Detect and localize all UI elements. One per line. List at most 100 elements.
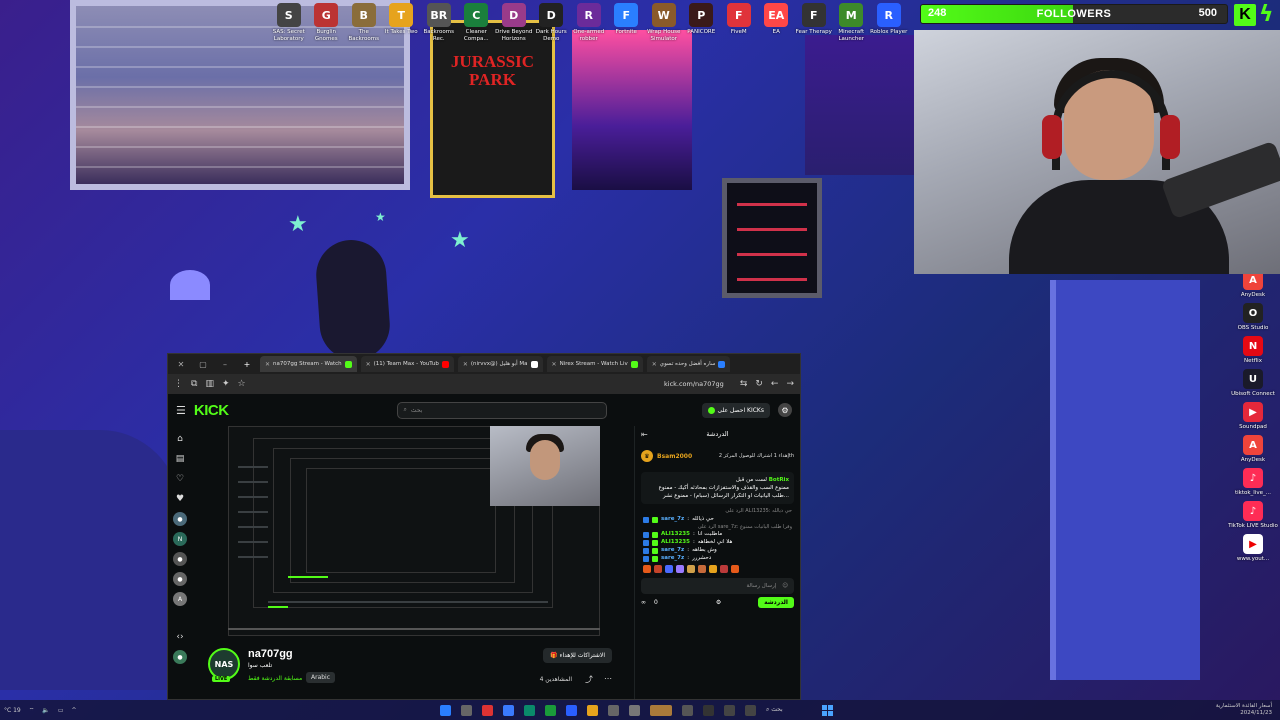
desktop-shortcut[interactable]: S SAS: Secret Laboratory bbox=[270, 3, 308, 43]
desktop-shortcut[interactable]: A AnyDesk bbox=[1241, 270, 1265, 299]
desktop-shortcut[interactable]: C Cleaner Compa... bbox=[458, 3, 496, 43]
emote-icon[interactable] bbox=[720, 564, 728, 573]
tray-chevron-icon[interactable]: ^ bbox=[72, 707, 77, 714]
desktop-shortcut[interactable]: ▶ Soundpad bbox=[1239, 402, 1267, 431]
url-field[interactable]: kick.com/na707gg bbox=[254, 378, 732, 391]
favorites-heart-icon[interactable]: ♥ bbox=[173, 492, 187, 506]
emote-icon[interactable] bbox=[665, 564, 673, 573]
chat-username[interactable]: sare_7z bbox=[661, 555, 684, 563]
desktop-shortcut[interactable]: G Burglin Gnomes bbox=[308, 3, 346, 43]
desktop-shortcut[interactable]: D Drive Beyond Horizons bbox=[495, 3, 533, 43]
site-settings-icon[interactable]: ⇆ bbox=[740, 379, 748, 389]
extensions-icon[interactable]: ⧉ bbox=[191, 379, 197, 389]
gift-subs-button[interactable]: 🎁 الاشتراكات للإهداء bbox=[543, 648, 612, 663]
app-icon[interactable] bbox=[587, 704, 598, 716]
home-icon[interactable]: ⌂ bbox=[173, 432, 187, 446]
clock[interactable]: أسعار الفائدة الاستئمارية 2024/11/23 bbox=[1216, 703, 1272, 717]
chat-username[interactable]: ALI13235 bbox=[661, 539, 690, 547]
pinned-bot-name[interactable]: BotRix bbox=[769, 477, 789, 483]
bookmark-star-icon[interactable]: ☆ bbox=[238, 379, 246, 389]
desktop-shortcut[interactable]: A AnyDesk bbox=[1241, 435, 1265, 464]
desktop-shortcut[interactable]: N Netflix bbox=[1243, 336, 1263, 365]
close-tab-icon[interactable]: ✕ bbox=[652, 361, 657, 368]
followed-channel-avatar[interactable]: ● bbox=[173, 572, 187, 586]
desktop-shortcut[interactable]: P PANICORE bbox=[683, 3, 721, 43]
infinity-icon[interactable]: ∞ bbox=[641, 599, 646, 606]
app-icon[interactable] bbox=[629, 704, 640, 716]
desktop-shortcut[interactable]: O OBS Studio bbox=[1238, 303, 1268, 332]
desktop-shortcut[interactable]: ♪ TikTok LIVE Studio bbox=[1228, 501, 1278, 530]
close-tab-icon[interactable]: ✕ bbox=[265, 361, 270, 368]
maximize-window-icon[interactable]: ▢ bbox=[194, 360, 212, 369]
desktop-shortcut[interactable]: W Wrap House Simulator bbox=[645, 3, 683, 43]
following-heart-icon[interactable]: ♡ bbox=[173, 472, 187, 486]
app-icon[interactable] bbox=[482, 704, 493, 716]
desktop-shortcut[interactable]: R Roblox Player bbox=[870, 3, 908, 43]
app-icon[interactable] bbox=[545, 704, 556, 716]
emote-icon[interactable] bbox=[687, 564, 695, 573]
top-gifter-name[interactable]: Bsam2000 bbox=[657, 453, 692, 460]
kick-logo[interactable]: KICK bbox=[194, 402, 229, 419]
expand-sidebar-icon[interactable]: ‹› bbox=[173, 630, 187, 644]
app-icon[interactable] bbox=[650, 704, 672, 716]
chat-input[interactable]: إرسال رسالة ☺ bbox=[641, 577, 794, 594]
desktop-shortcut[interactable]: F Fortnite bbox=[608, 3, 646, 43]
browser-tab[interactable]: ✕ Nirex Stream - Watch Liv bbox=[546, 356, 643, 372]
volume-icon[interactable]: 🔈 bbox=[42, 707, 49, 714]
desktop-shortcut[interactable]: F FiveM bbox=[720, 3, 758, 43]
desktop-shortcut[interactable]: ▶ www.yout... bbox=[1237, 534, 1269, 563]
app-icon[interactable] bbox=[745, 704, 756, 716]
desktop-shortcut[interactable]: M Minecraft Launcher bbox=[833, 3, 871, 43]
extensions-puzzle-icon[interactable]: ✦ bbox=[222, 379, 230, 389]
collapse-chat-icon[interactable]: ⇤ bbox=[641, 430, 648, 439]
app-icon[interactable] bbox=[503, 704, 514, 716]
chat-username[interactable]: sare_7z bbox=[661, 516, 684, 524]
chat-username[interactable]: sare_7z bbox=[661, 547, 684, 555]
weather-widget[interactable]: °C 19 bbox=[4, 707, 21, 714]
language-tag[interactable]: Arabic bbox=[306, 672, 336, 683]
app-icon[interactable] bbox=[703, 704, 714, 716]
reload-icon[interactable]: ↻ bbox=[755, 379, 763, 389]
channel-name[interactable]: na707gg bbox=[248, 648, 293, 660]
emote-icon[interactable] bbox=[698, 564, 706, 573]
emote-icon[interactable] bbox=[731, 564, 739, 573]
wifi-icon[interactable]: ⌔ bbox=[29, 706, 35, 714]
app-icon[interactable] bbox=[566, 704, 577, 716]
back-icon[interactable]: → bbox=[786, 379, 794, 389]
settings-icon[interactable]: ⚙ bbox=[716, 599, 721, 606]
followed-channel-avatar[interactable]: ● bbox=[173, 650, 187, 664]
emote-icon[interactable] bbox=[709, 564, 717, 573]
menu-dots-icon[interactable]: ⋮ bbox=[174, 379, 183, 389]
chat-send-button[interactable]: الدردشة bbox=[758, 596, 794, 608]
desktop-shortcut[interactable]: F Fear Therapy bbox=[795, 3, 833, 43]
browser-tab[interactable]: ✕ (nirvvx@) أبو هليل Ma bbox=[457, 356, 543, 372]
stream-category[interactable]: مسابقة الدردشة فقط bbox=[248, 675, 302, 682]
desktop-shortcut[interactable]: B The Backrooms bbox=[345, 3, 383, 43]
followed-channel-avatar[interactable]: A bbox=[173, 592, 187, 606]
desktop-shortcut[interactable]: U Ubisoft Connect bbox=[1231, 369, 1275, 398]
chat-username[interactable]: ALI13235 bbox=[661, 531, 690, 539]
browser-tab[interactable]: ✕ ساره أفضل وحده تسوي bbox=[646, 356, 731, 372]
followed-channel-avatar[interactable]: ● bbox=[173, 512, 187, 526]
user-avatar-icon[interactable]: ⚙ bbox=[778, 403, 792, 417]
emoji-icon[interactable]: ☺ bbox=[782, 583, 788, 589]
app-icon[interactable] bbox=[461, 704, 472, 716]
close-tab-icon[interactable]: ✕ bbox=[366, 361, 371, 368]
get-kicks-button[interactable]: احصل على KICKs bbox=[701, 402, 770, 418]
minimize-window-icon[interactable]: – bbox=[216, 360, 234, 369]
app-icon[interactable] bbox=[608, 704, 619, 716]
close-tab-icon[interactable]: ✕ bbox=[552, 361, 557, 368]
desktop-shortcut[interactable]: EA EA bbox=[758, 3, 796, 43]
desktop-shortcut[interactable]: BR Backrooms Rec. bbox=[420, 3, 458, 43]
new-tab-button[interactable]: + bbox=[238, 360, 256, 369]
desktop-shortcut[interactable]: R One-armed robber bbox=[570, 3, 608, 43]
close-window-icon[interactable]: ✕ bbox=[172, 360, 190, 369]
video-player[interactable] bbox=[228, 426, 600, 636]
browser-tab[interactable]: ✕ na707gg Stream - Watch bbox=[260, 356, 357, 372]
app-icon[interactable] bbox=[440, 704, 451, 716]
desktop-shortcut[interactable]: ♪ tiktok_live_... bbox=[1235, 468, 1271, 497]
start-button-icon[interactable] bbox=[822, 704, 833, 716]
close-tab-icon[interactable]: ✕ bbox=[463, 361, 468, 368]
app-icon[interactable] bbox=[682, 704, 693, 716]
emote-icon[interactable] bbox=[643, 564, 651, 573]
